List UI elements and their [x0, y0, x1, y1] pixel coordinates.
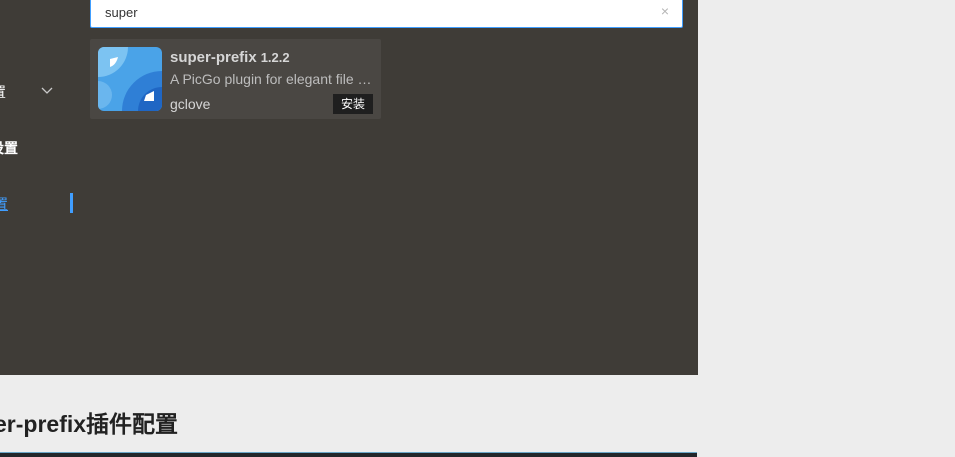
plugin-version: 1.2.2	[260, 50, 290, 65]
chevron-down-icon	[40, 83, 54, 97]
plugin-logo-icon	[98, 47, 162, 111]
plugin-search-box[interactable]: ×	[90, 0, 683, 28]
clear-icon[interactable]: ×	[658, 4, 672, 18]
sidebar-item-settings-group[interactable]: 置	[0, 82, 54, 102]
install-button[interactable]: 安装	[333, 94, 373, 114]
plugin-name-text: super-prefix	[170, 49, 257, 66]
sidebar-item-plugin-settings[interactable]: 置	[0, 194, 80, 214]
sidebar-item-pic-settings[interactable]: 设置	[0, 138, 30, 158]
active-indicator	[70, 193, 73, 213]
plugin-author: gclove	[170, 96, 211, 112]
plugin-card[interactable]: super-prefix 1.2.2 A PicGo plugin for ele…	[90, 39, 381, 119]
sidebar-item-label: 置	[0, 82, 6, 102]
sidebar-item-label: 置	[0, 196, 8, 212]
picgo-app-window: 置 设置 置 × super-prefix1.2.2 A	[0, 0, 698, 375]
plugin-name: super-prefix 1.2.2	[170, 49, 290, 66]
page-title: er-prefix插件配置	[0, 411, 179, 437]
plugin-search-input[interactable]	[105, 0, 645, 27]
plugin-description: A PicGo plugin for elegant file …	[170, 71, 372, 87]
code-block-edge	[0, 452, 697, 457]
sidebar-item-label: 设置	[0, 140, 18, 156]
